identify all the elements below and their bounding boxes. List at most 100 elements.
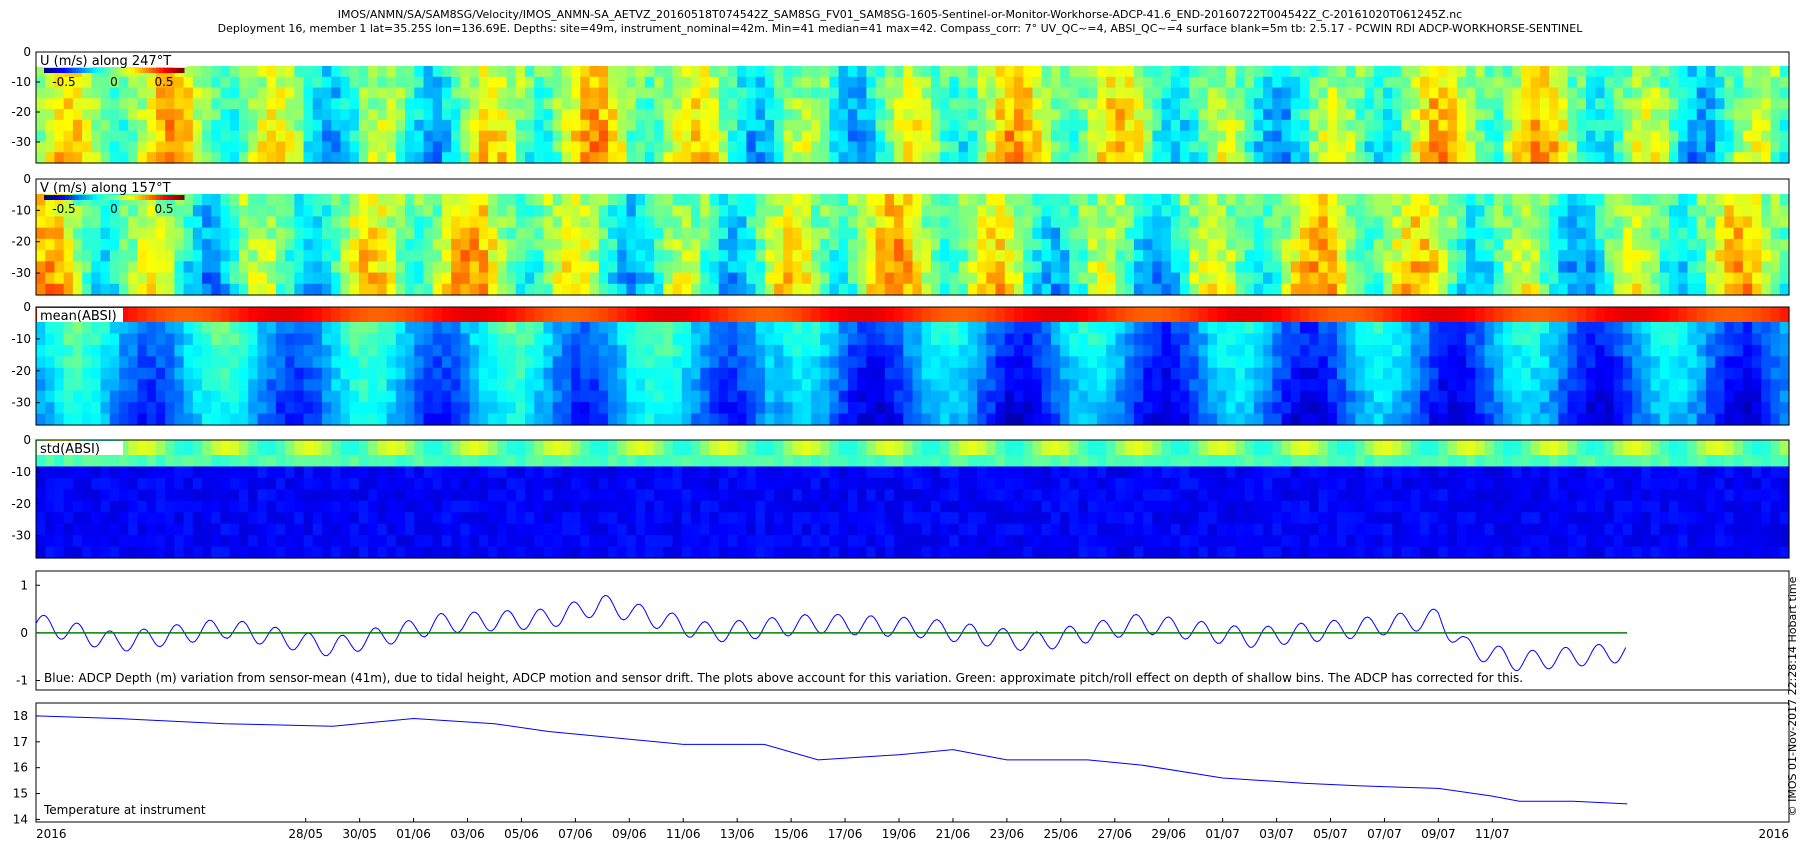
colorbar-segment <box>47 68 52 73</box>
temperature-label: Temperature at instrument <box>43 803 206 817</box>
colorbar-segment <box>51 195 55 200</box>
colorbar-segment <box>110 195 115 200</box>
colorbar-segment <box>96 195 101 200</box>
colorbar-segment <box>142 195 146 200</box>
x-tick-label: 25/06 <box>1044 827 1079 841</box>
y-tick-label: -20 <box>11 497 31 511</box>
colorbar-segment <box>149 68 153 73</box>
y-tick-label: -10 <box>11 332 31 346</box>
colorbar-segment <box>135 68 139 73</box>
panel-title: U (m/s) along 247°T <box>40 54 171 69</box>
temperature-panel: 18 17 16 15 14 Temperature at instrument <box>13 702 1790 826</box>
colorbar-tick-label: 0.5 <box>154 75 173 89</box>
colorbar-segment <box>166 195 171 200</box>
colorbar-segment <box>82 195 87 200</box>
y-tick-label: 0 <box>20 626 28 640</box>
side-label: © IMOS 01-Nov-2017 22:28:14 Hobart time <box>1786 576 1799 816</box>
y-tick-label: -20 <box>11 364 31 378</box>
x-tick-label: 15/06 <box>774 827 809 841</box>
x-axis-end-year: 2016 <box>1758 827 1789 841</box>
colorbar-segment <box>54 68 59 73</box>
x-tick-label: 13/06 <box>720 827 755 841</box>
x-tick-label: 30/05 <box>342 827 377 841</box>
colorbar-segment <box>114 195 118 200</box>
colorbar-segment <box>124 195 129 200</box>
colorbar-segment <box>166 68 171 73</box>
y-tick-label: -30 <box>11 396 31 410</box>
colorbar-segment <box>145 195 150 200</box>
figure-canvas: 0-10-20-30U (m/s) along 247°T-0.5 0 0.50-1… <box>11 45 1799 841</box>
colorbar-segment <box>72 68 76 73</box>
y-tick-label: -1 <box>16 673 28 687</box>
colorbar-segment <box>58 195 62 200</box>
depth-variation-panel: 1 0 -1 Blue: ADCP Depth (m) variation from … <box>16 570 1790 691</box>
y-tick-label: -30 <box>11 529 31 543</box>
y-tick-label: 0 <box>23 433 31 447</box>
colorbar-segment <box>142 68 146 73</box>
heatmap-panel-3: 0 -10 -20 -30 mean(ABSI) <box>11 300 1790 426</box>
x-tick-label: 03/06 <box>450 827 485 841</box>
colorbar-segment <box>152 195 157 200</box>
x-tick-label: 09/07 <box>1421 827 1456 841</box>
colorbar-segment <box>159 68 164 73</box>
colorbar-segment <box>96 68 101 73</box>
x-tick-label: 01/07 <box>1205 827 1240 841</box>
y-tick-label: 0 <box>23 300 31 314</box>
colorbar-segment <box>93 195 97 200</box>
x-tick-label: 05/07 <box>1313 827 1348 841</box>
colorbar-segment <box>75 195 80 200</box>
y-tick-label: 15 <box>13 787 28 801</box>
x-tick-label: 11/06 <box>666 827 701 841</box>
colorbar-segment <box>89 68 94 73</box>
y-tick-label: 0 <box>23 172 31 186</box>
colorbar-segment <box>72 195 76 200</box>
colorbar-segment <box>44 195 48 200</box>
colorbar-segment <box>149 195 153 200</box>
colorbar-segment <box>135 195 139 200</box>
x-tick-label: 09/06 <box>612 827 647 841</box>
colorbar-tick-label: 0 <box>110 202 118 216</box>
y-tick-label: 14 <box>13 812 28 826</box>
colorbar-segment <box>117 195 122 200</box>
colorbar-segment <box>100 195 104 200</box>
colorbar-segment <box>180 195 185 200</box>
colorbar-segment <box>156 68 160 73</box>
colorbar-segment <box>61 195 66 200</box>
colorbar-tick-label: 0.5 <box>154 202 173 216</box>
colorbar-segment <box>124 68 129 73</box>
colorbar-segment <box>107 195 111 200</box>
colorbar-segment <box>180 68 185 73</box>
heatmap-panel-1: 0 -10 -20 -30 U (m/s) along 247°T -0.5 0 0.5 <box>11 45 1790 164</box>
colorbar-segment <box>163 68 167 73</box>
y-tick-label: -30 <box>11 135 31 149</box>
colorbar-segment <box>121 195 125 200</box>
y-tick-label: 1 <box>20 578 28 592</box>
x-tick-label: 29/06 <box>1151 827 1186 841</box>
colorbar-segment <box>131 195 136 200</box>
colorbar-segment <box>103 68 108 73</box>
colorbar-segment <box>68 68 73 73</box>
colorbar-segment <box>177 68 181 73</box>
x-tick-label: 07/07 <box>1367 827 1402 841</box>
temperature-panel-frame <box>35 702 1790 823</box>
colorbar-segment <box>107 68 111 73</box>
colorbar-segment <box>114 68 118 73</box>
colorbar-segment <box>79 195 83 200</box>
y-tick-label: 0 <box>23 45 31 59</box>
panel-title: V (m/s) along 157°T <box>40 181 171 196</box>
y-tick-label: -20 <box>11 105 31 119</box>
colorbar-tick-label: -0.5 <box>52 75 75 89</box>
y-tick-label: 18 <box>13 709 28 723</box>
y-tick-label: -10 <box>11 203 31 217</box>
colorbar-segment <box>100 68 104 73</box>
colorbar-segment <box>170 68 174 73</box>
colorbar-segment <box>170 195 174 200</box>
y-tick-label: 16 <box>13 761 28 775</box>
colorbar-segment <box>128 68 132 73</box>
colorbar-segment <box>156 195 160 200</box>
x-tick-label: 07/06 <box>558 827 593 841</box>
y-tick-label: -30 <box>11 266 31 280</box>
colorbar-segment <box>44 68 48 73</box>
panel-title: std(ABSI) <box>40 442 100 457</box>
colorbar-segment <box>131 68 136 73</box>
